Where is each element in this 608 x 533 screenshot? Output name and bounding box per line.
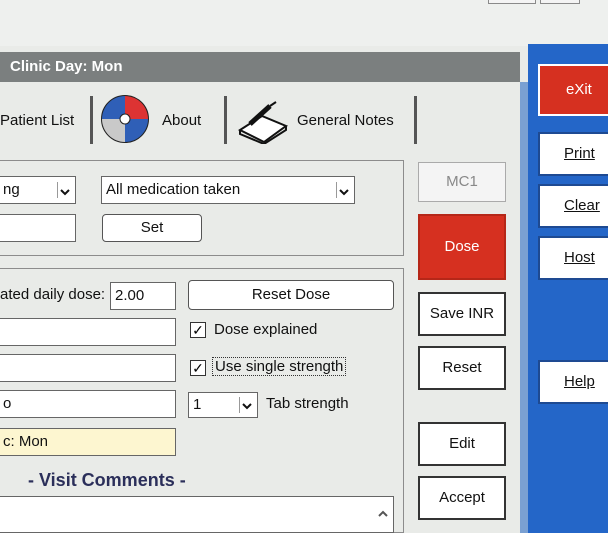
medication-select-1-value: ng: [3, 181, 20, 198]
host-button[interactable]: Host: [538, 236, 608, 280]
visit-comments-textarea[interactable]: [0, 496, 394, 533]
dose-button[interactable]: Dose: [418, 214, 506, 280]
title-bar: Clinic Day: Mon: [0, 52, 520, 82]
tab-general-notes[interactable]: General Notes: [297, 112, 394, 129]
help-button[interactable]: Help: [538, 360, 608, 404]
single-strength-checkbox[interactable]: ✓: [190, 360, 206, 376]
tab-strength-value: 1: [193, 396, 202, 413]
reset-button[interactable]: Reset: [418, 346, 506, 390]
medication-select-1[interactable]: ng: [0, 176, 76, 204]
single-strength-label: Use single strength: [212, 357, 347, 376]
medication-select-2[interactable]: All medication taken: [101, 176, 355, 204]
panel-edge: [520, 82, 528, 533]
save-inr-button[interactable]: Save INR: [418, 292, 506, 336]
tab-divider: [414, 96, 417, 144]
edit-button[interactable]: Edit: [418, 422, 506, 466]
dose-explained-checkbox[interactable]: ✓: [190, 322, 206, 338]
chevron-down-icon: [336, 182, 352, 198]
dose-field-2[interactable]: [0, 354, 176, 382]
window-button[interactable]: [540, 0, 580, 4]
visit-comments-heading: - Visit Comments -: [28, 470, 186, 490]
notes-icon: [236, 100, 290, 149]
medication-select-2-value: All medication taken: [106, 181, 241, 198]
tab-strength-label: Tab strength: [266, 395, 349, 412]
accept-button[interactable]: Accept: [418, 476, 506, 520]
exit-button[interactable]: eXit: [538, 64, 608, 116]
about-icon: [100, 94, 150, 149]
reset-dose-button[interactable]: Reset Dose: [188, 280, 394, 310]
tab-divider: [90, 96, 93, 144]
clear-button[interactable]: Clear: [538, 184, 608, 228]
scroll-up-icon[interactable]: [377, 503, 389, 517]
tab-strength-select[interactable]: 1: [188, 392, 258, 418]
chevron-down-icon: [57, 182, 73, 198]
tab-bar: Patient List About General Notes: [0, 84, 520, 156]
dose-field-1[interactable]: [0, 318, 176, 346]
tab-about[interactable]: About: [162, 112, 201, 129]
daily-dose-label: ated daily dose:: [0, 286, 106, 303]
window-button[interactable]: [488, 0, 536, 4]
clinic-day-value: c: Mon: [3, 433, 49, 450]
medication-input[interactable]: [0, 214, 76, 242]
print-button[interactable]: Print: [538, 132, 608, 176]
daily-dose-input[interactable]: 2.00: [110, 282, 176, 310]
chevron-down-icon: [239, 397, 255, 413]
action-sidebar: [528, 44, 608, 533]
dose-field-3[interactable]: o: [0, 390, 176, 418]
dose-explained-label: Dose explained: [214, 321, 318, 338]
dose-field-3-value: o: [3, 395, 12, 412]
tab-patient-list[interactable]: Patient List: [0, 112, 74, 129]
clinic-day-field: c: Mon: [0, 428, 176, 456]
mc1-button[interactable]: MC1: [418, 162, 506, 202]
window-title: Clinic Day: Mon: [10, 58, 123, 75]
top-strip: [0, 0, 608, 46]
tab-divider: [224, 96, 227, 144]
set-button[interactable]: Set: [102, 214, 202, 242]
